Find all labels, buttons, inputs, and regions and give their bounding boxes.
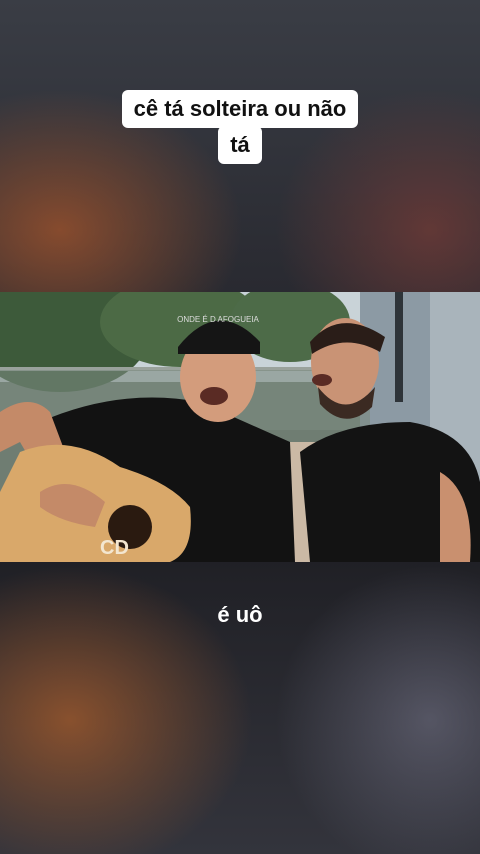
right-man-mouth — [312, 374, 332, 386]
left-man-mouth — [200, 387, 228, 405]
video-frame[interactable]: ONDE É D AFOGUEIA CD — [0, 292, 480, 562]
top-caption-line-1: cê tá solteira ou não — [121, 90, 359, 128]
top-caption-line-2: tá — [218, 126, 262, 164]
window-frame — [395, 292, 403, 402]
guitar-logo: CD — [100, 537, 129, 559]
video-scene: ONDE É D AFOGUEIA CD — [0, 292, 480, 562]
top-caption: cê tá solteira ou não tá — [0, 90, 480, 164]
bottom-caption: é uô — [217, 602, 263, 627]
cap-text: ONDE É D AFOGUEIA — [177, 315, 259, 324]
